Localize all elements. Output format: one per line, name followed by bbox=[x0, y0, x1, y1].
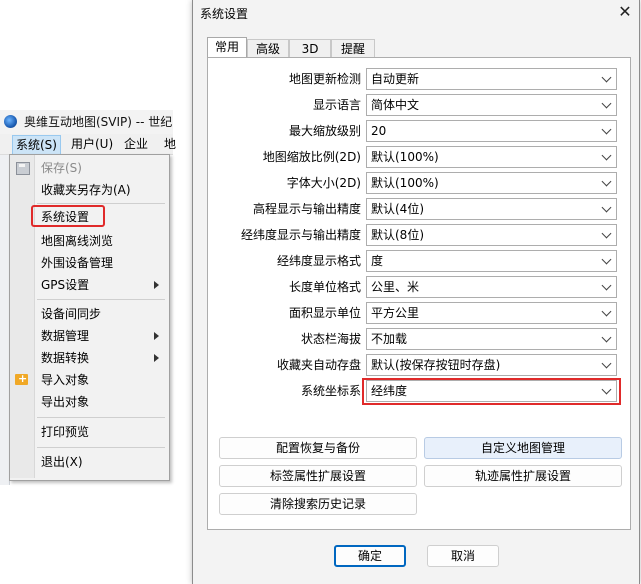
select-value: 20 bbox=[371, 124, 387, 138]
dialog-title: 系统设置 bbox=[200, 7, 249, 21]
chevron-down-icon bbox=[601, 280, 612, 291]
select-value: 默认(100%) bbox=[371, 176, 439, 190]
select-length-unit[interactable]: 公里、米 bbox=[366, 276, 617, 298]
label-map-update: 地图更新检测 bbox=[288, 72, 361, 86]
menu-item-exit[interactable]: 退出(X) bbox=[41, 452, 83, 472]
label-elevation-precision: 高程显示与输出精度 bbox=[252, 202, 361, 216]
chevron-down-icon bbox=[601, 306, 612, 317]
label-length-unit: 长度单位格式 bbox=[288, 280, 361, 294]
select-value: 平方公里 bbox=[371, 306, 420, 320]
label-latlon-format: 经纬度显示格式 bbox=[276, 254, 361, 268]
close-button[interactable]: ✕ bbox=[615, 2, 635, 22]
chevron-down-icon bbox=[601, 150, 612, 161]
select-font-size[interactable]: 默认(100%) bbox=[366, 172, 617, 194]
select-value: 默认(8位) bbox=[371, 228, 424, 242]
label-coordinate-system: 系统坐标系 bbox=[300, 384, 361, 398]
chevron-down-icon bbox=[601, 124, 612, 135]
tab-3d[interactable]: 3D bbox=[289, 39, 331, 58]
label-language: 显示语言 bbox=[312, 98, 361, 112]
chevron-down-icon bbox=[601, 332, 612, 343]
select-max-zoom[interactable]: 20 bbox=[366, 120, 617, 142]
menu-item-print-preview[interactable]: 打印预览 bbox=[41, 422, 89, 442]
select-language[interactable]: 简体中文 bbox=[366, 94, 617, 116]
select-value: 公里、米 bbox=[371, 280, 420, 294]
select-value: 默认(100%) bbox=[371, 150, 439, 164]
cancel-button[interactable]: 取消 bbox=[427, 545, 499, 567]
chevron-down-icon bbox=[601, 72, 612, 83]
chevron-down-icon bbox=[601, 254, 612, 265]
tab-reminder[interactable]: 提醒 bbox=[331, 39, 375, 58]
select-value: 默认(按保存按钮时存盘) bbox=[371, 358, 501, 372]
chevron-down-icon bbox=[601, 98, 612, 109]
label-statusbar-altitude: 状态栏海拔 bbox=[300, 332, 361, 346]
custom-map-button[interactable]: 自定义地图管理 bbox=[424, 437, 622, 459]
label-area-unit: 面积显示单位 bbox=[288, 306, 361, 320]
label-font-size: 字体大小(2D) bbox=[286, 176, 361, 190]
config-restore-button[interactable]: 配置恢复与备份 bbox=[219, 437, 417, 459]
chevron-down-icon bbox=[601, 358, 612, 369]
select-value: 默认(4位) bbox=[371, 202, 424, 216]
chevron-down-icon bbox=[601, 176, 612, 187]
tab-advanced[interactable]: 高级 bbox=[247, 39, 289, 58]
menu-separator bbox=[37, 447, 165, 448]
menu-separator bbox=[37, 299, 165, 300]
select-value: 不加载 bbox=[371, 332, 408, 346]
clear-search-button[interactable]: 清除搜索历史记录 bbox=[219, 493, 417, 515]
select-value: 简体中文 bbox=[371, 98, 420, 112]
ok-button[interactable]: 确定 bbox=[334, 545, 406, 567]
select-favorites-autosave[interactable]: 默认(按保存按钮时存盘) bbox=[366, 354, 617, 376]
select-value: 度 bbox=[371, 254, 384, 268]
chevron-down-icon bbox=[601, 202, 612, 213]
label-ext-button[interactable]: 标签属性扩展设置 bbox=[219, 465, 417, 487]
label-latlon-precision: 经纬度显示与输出精度 bbox=[240, 228, 361, 242]
select-statusbar-altitude[interactable]: 不加载 bbox=[366, 328, 617, 350]
track-ext-button[interactable]: 轨迹属性扩展设置 bbox=[424, 465, 622, 487]
label-map-scale: 地图缩放比例(2D) bbox=[262, 150, 361, 164]
select-area-unit[interactable]: 平方公里 bbox=[366, 302, 617, 324]
highlight-box bbox=[362, 378, 621, 405]
label-max-zoom: 最大缩放级别 bbox=[288, 124, 361, 138]
select-map-update[interactable]: 自动更新 bbox=[366, 68, 617, 90]
chevron-down-icon bbox=[601, 228, 612, 239]
label-favorites-autosave: 收藏夹自动存盘 bbox=[276, 358, 361, 372]
select-map-scale[interactable]: 默认(100%) bbox=[366, 146, 617, 168]
select-value: 自动更新 bbox=[371, 72, 420, 86]
select-latlon-format[interactable]: 度 bbox=[366, 250, 617, 272]
tab-common[interactable]: 常用 bbox=[207, 37, 247, 58]
menu-separator bbox=[37, 417, 165, 418]
select-elevation-precision[interactable]: 默认(4位) bbox=[366, 198, 617, 220]
select-latlon-precision[interactable]: 默认(8位) bbox=[366, 224, 617, 246]
